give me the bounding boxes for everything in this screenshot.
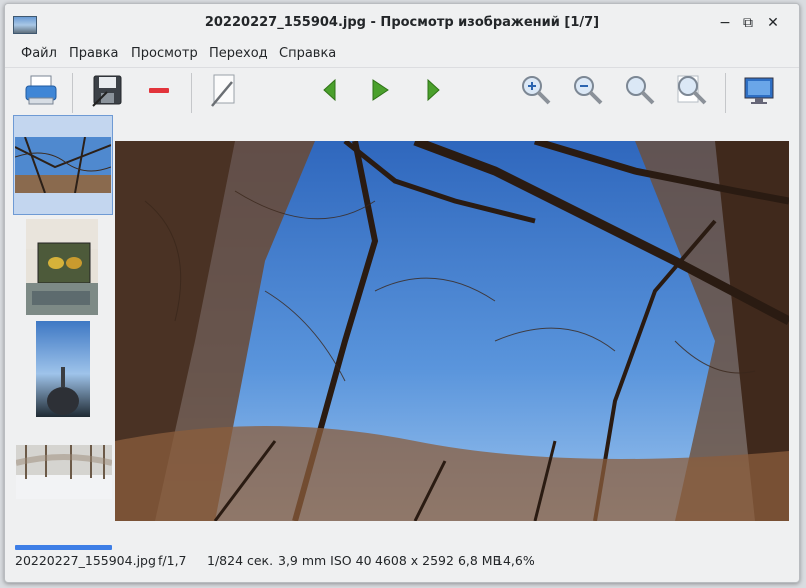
thumbnail-painting[interactable] (26, 219, 98, 315)
zoom-original-icon (677, 75, 707, 105)
status-filename: 20220227_155904.jpg (15, 553, 156, 568)
minimize-button[interactable]: − (716, 14, 734, 32)
zoom-out-button[interactable] (568, 72, 608, 114)
window-title: 20220227_155904.jpg - Просмотр изображен… (204, 15, 600, 30)
status-shutter: 1/824 сек. (207, 553, 274, 568)
fullscreen-button[interactable] (739, 72, 779, 114)
zoom-in-button[interactable] (516, 72, 556, 114)
main-image (115, 141, 789, 521)
print-icon (25, 75, 57, 105)
maximize-button[interactable]: ⧉ (739, 14, 757, 32)
image-view[interactable] (115, 141, 789, 521)
zoom-original-button[interactable] (672, 72, 712, 114)
thumbnail-sky-trees[interactable] (13, 115, 113, 215)
status-focal-iso: 3,9 mm ISO 40 (278, 553, 372, 568)
edit-icon (211, 74, 235, 107)
delete-icon (149, 88, 169, 93)
menu-file[interactable]: Файл (21, 46, 57, 61)
load-progress-bar (15, 545, 112, 550)
zoom-out-icon (574, 76, 603, 105)
save-icon (92, 75, 122, 107)
image-viewer-window: 20220227_155904.jpg - Просмотр изображен… (4, 3, 800, 583)
previous-icon (323, 78, 336, 102)
menu-view[interactable]: Просмотр (131, 46, 198, 61)
toolbar (5, 67, 799, 118)
close-button[interactable]: ✕ (764, 14, 782, 32)
next-icon (427, 78, 440, 102)
toolbar-separator (191, 73, 192, 113)
status-aperture: f/1,7 (158, 553, 187, 568)
menubar: Файл Правка Просмотр Переход Справка (5, 42, 799, 66)
toolbar-separator (72, 73, 73, 113)
slideshow-button[interactable] (360, 72, 400, 114)
menu-go[interactable]: Переход (209, 46, 268, 61)
zoom-fit-icon (626, 76, 655, 105)
zoom-fit-button[interactable] (620, 72, 660, 114)
titlebar[interactable]: 20220227_155904.jpg - Просмотр изображен… (5, 4, 799, 42)
status-zoom: 14,6% (495, 553, 535, 568)
edit-button[interactable] (202, 72, 242, 114)
delete-button[interactable] (139, 72, 179, 114)
thumbnail-image (26, 219, 98, 315)
status-dimensions-size: 4608 x 2592 6,8 МБ (375, 553, 502, 568)
zoom-in-icon (522, 76, 551, 105)
thumbnail-image (36, 321, 90, 417)
menu-help[interactable]: Справка (279, 46, 336, 61)
next-button[interactable] (413, 72, 453, 114)
thumbnail-strip[interactable] (13, 115, 113, 525)
fullscreen-icon (744, 77, 774, 104)
thumbnail-image (16, 445, 112, 499)
previous-button[interactable] (310, 72, 350, 114)
print-button[interactable] (21, 72, 61, 114)
statusbar: 20220227_155904.jpg f/1,7 1/824 сек. 3,9… (5, 540, 799, 582)
thumbnail-sea[interactable] (36, 321, 90, 417)
thumbnail-snow-park[interactable] (16, 445, 112, 499)
save-button[interactable] (87, 72, 127, 114)
thumbnail-image (15, 137, 111, 193)
slideshow-icon (372, 79, 389, 101)
toolbar-separator (725, 73, 726, 113)
menu-edit[interactable]: Правка (69, 46, 118, 61)
